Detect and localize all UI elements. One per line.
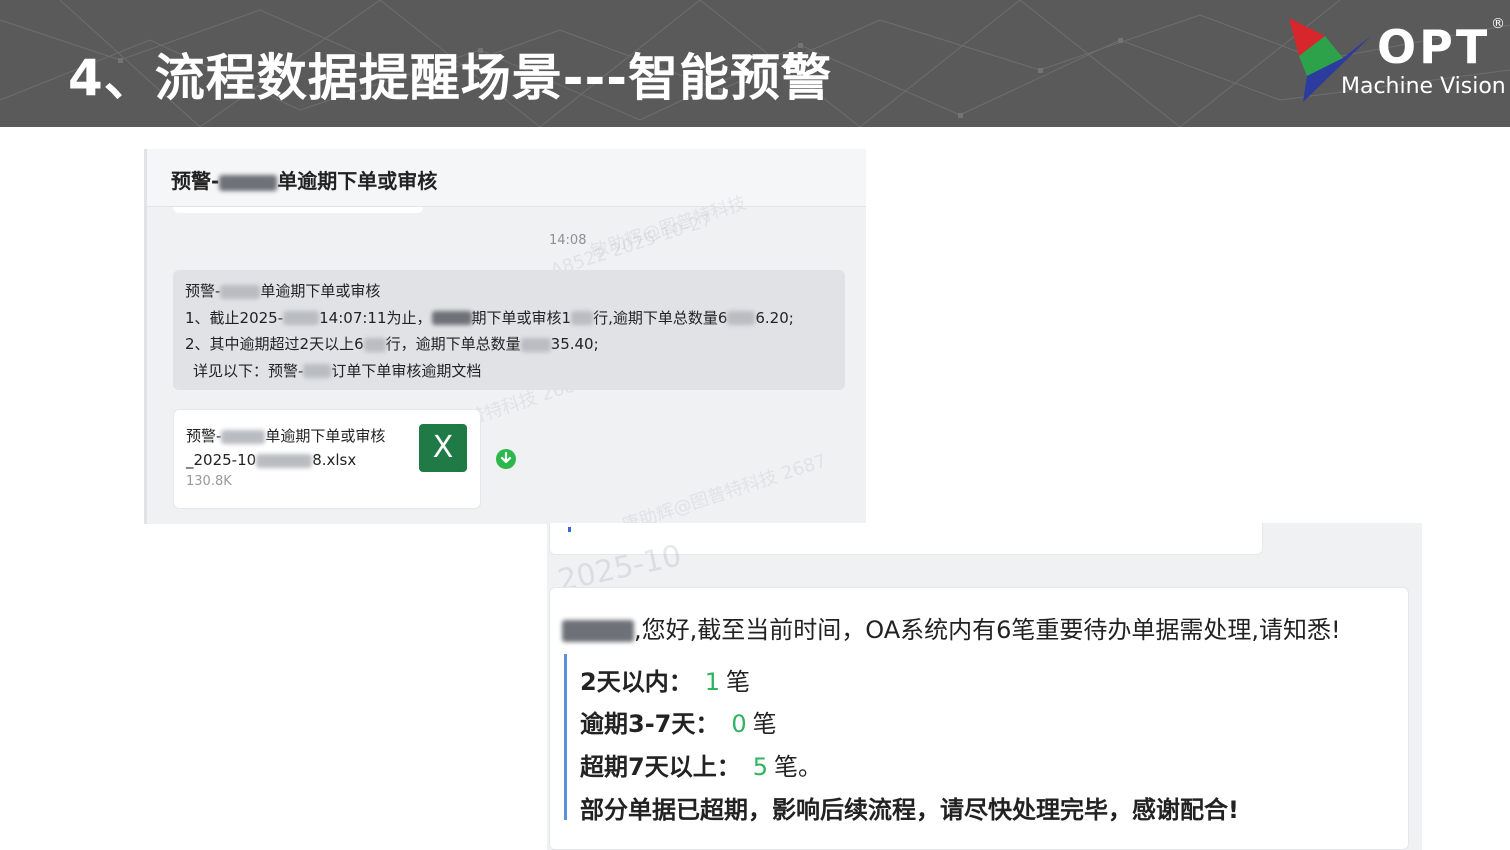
chat-header: 预警- 单逾期下单或审核 [147,149,866,207]
file-name: 预警- 单逾期下单或审核 _2025-10 8.xlsx [186,427,386,469]
reminder-message-card[interactable]: ,您好,截至当前时间，OA系统内有6笔重要待办单据需处理,请知悉! 2天以内： 1… [549,587,1409,850]
chat-screenshot-bottom: 2025-10 ,您好,截至当前时间，OA系统内有6笔重要待办单据需处理,请知悉… [547,523,1422,850]
redacted-text [431,311,472,326]
count-row-over-7-days: 超期7天以上： 5 笔。 [580,753,822,781]
excel-file-card[interactable]: 预警- 单逾期下单或审核 _2025-10 8.xlsx 130.8K X [173,409,481,509]
previous-message-stub [173,207,423,213]
redacted-text [283,311,320,326]
logo-brand: OPT [1377,20,1491,74]
redacted-text [520,337,551,352]
count-row-overdue-3-7-days: 逾期3-7天： 0 笔 [580,710,777,738]
redacted-text [571,311,594,326]
chat-screenshot-top: 预警- 单逾期下单或审核 14:08 敏助辉@图普特科技 A8522 2025-1… [144,149,866,524]
redacted-text [363,337,386,352]
redacted-text [256,453,313,468]
count-row-within-2-days: 2天以内： 1 笔 [580,668,750,696]
download-icon[interactable] [496,449,516,469]
logo-tagline: Machine Vision [1341,74,1506,99]
redacted-text [303,364,332,379]
overdue-notice: 部分单据已超期，影响后续流程，请尽快处理完毕，感谢配合! [580,796,1239,824]
alert-message-bubble[interactable]: 预警- 单逾期下单或审核 1、截止2025- 14:07:11为止， 期下单或审核1 行… [173,270,845,390]
header-banner: 4、流程数据提醒场景---智能预警 OPT ® Machine Vision [0,0,1510,127]
opt-logo: OPT ® Machine Vision [1285,14,1510,109]
reminder-greeting: ,您好,截至当前时间，OA系统内有6笔重要待办单据需处理,请知悉! [562,610,1341,645]
file-size: 130.8K [186,474,232,489]
redacted-text [220,284,261,299]
redacted-text [221,429,266,444]
redacted-text [727,311,756,326]
redacted-name [562,620,634,642]
watermark: 唐助辉@图普特科技 2687 [619,450,830,524]
logo-registered-mark: ® [1491,16,1505,32]
quote-bar [564,654,567,820]
excel-file-icon: X [419,424,467,472]
chat-title: 预警- 单逾期下单或审核 [171,169,438,193]
redacted-text [219,174,278,191]
message-timestamp: 14:08 [549,233,587,248]
page-title: 4、流程数据提醒场景---智能预警 [68,49,833,107]
